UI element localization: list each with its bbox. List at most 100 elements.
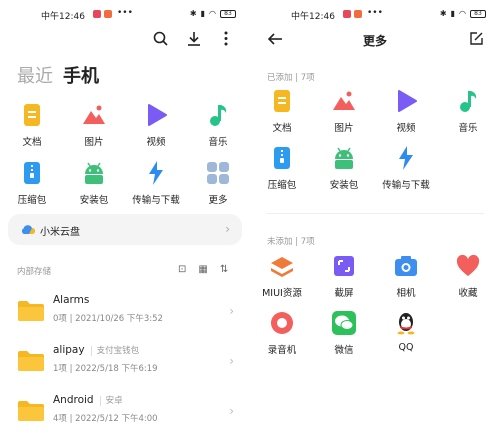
- chevron-right-icon: ›: [229, 354, 234, 368]
- category-music[interactable]: 音乐: [186, 102, 250, 148]
- archive-icon: [24, 162, 40, 184]
- folder-tag: 安卓: [99, 396, 123, 406]
- chevron-right-icon: ›: [229, 404, 234, 418]
- music-icon: [210, 105, 227, 126]
- recorder-icon: [271, 312, 293, 334]
- new-folder-icon[interactable]: ⊡: [178, 264, 186, 275]
- more-notifications-icon: •••: [367, 8, 383, 18]
- chevron-right-icon: ›: [229, 304, 234, 318]
- category-label: 图片: [84, 137, 104, 148]
- category-label: 相机: [396, 288, 416, 299]
- category-label: 视频: [396, 123, 416, 134]
- category-archive[interactable]: 压缩包: [250, 145, 314, 191]
- camera-icon: [395, 256, 417, 276]
- download-icon[interactable]: [187, 31, 201, 46]
- storage-title: 内部存储: [17, 267, 52, 277]
- document-icon: [274, 90, 290, 112]
- category-transfer[interactable]: 传输与下载: [374, 145, 438, 191]
- category-label: 视频: [146, 137, 166, 148]
- category-label: 截屏: [334, 288, 354, 299]
- category-label: 传输与下载: [132, 195, 180, 206]
- status-bar: 中午12:46 ••• ✱ ▮ ◠ 83: [250, 8, 500, 22]
- wifi-icon: ◠: [209, 9, 216, 18]
- folder-name: Alarms: [53, 294, 90, 306]
- folder-name: Android 安卓: [53, 394, 123, 406]
- more-options-icon[interactable]: [223, 31, 229, 46]
- folder-tag: 支付宝钱包: [90, 346, 140, 356]
- tab-phone[interactable]: 手机: [63, 62, 99, 88]
- notification-icon: [343, 10, 351, 18]
- category-recorder[interactable]: 录音机: [250, 310, 314, 356]
- category-label: 传输与下载: [382, 180, 430, 191]
- more-categories-screen: 中午12:46 ••• ✱ ▮ ◠ 83 更多 已添加 | 7项 文档 图片 视频 音…: [250, 0, 500, 433]
- category-label: 压缩包: [17, 195, 47, 206]
- apk-icon: [85, 162, 103, 184]
- category-document[interactable]: 文档: [0, 102, 64, 148]
- battery-icon: 83: [470, 9, 486, 18]
- folder-meta: 0项 | 2021/10/26 下午3:52: [53, 314, 163, 324]
- page-title: 更多: [362, 34, 387, 48]
- music-icon: [460, 91, 477, 112]
- category-label: 安装包: [329, 180, 359, 191]
- category-transfer[interactable]: 传输与下载: [124, 160, 188, 206]
- notification-icon: [104, 10, 112, 18]
- tab-recent[interactable]: 最近: [17, 62, 53, 88]
- sort-icon[interactable]: ⇅: [220, 264, 228, 275]
- folder-meta: 1项 | 2022/5/18 下午6:19: [53, 364, 158, 374]
- divider: [267, 213, 484, 214]
- added-section-title: 已添加 | 7项: [267, 73, 315, 83]
- search-icon[interactable]: [153, 31, 168, 46]
- category-picture[interactable]: 图片: [62, 102, 126, 148]
- heart-icon: [456, 254, 480, 276]
- folder-row[interactable]: alipay 支付宝钱包 1项 | 2022/5/18 下午6:19 ›: [17, 344, 242, 384]
- category-qq[interactable]: QQ: [374, 310, 438, 353]
- apk-icon: [335, 147, 353, 169]
- category-wechat[interactable]: 微信: [312, 310, 376, 356]
- category-label: 文档: [272, 123, 292, 134]
- wifi-icon: ◠: [459, 9, 466, 18]
- folder-name: alipay 支付宝钱包: [53, 344, 140, 356]
- category-label: MIUI资源: [262, 288, 302, 299]
- category-video[interactable]: 视频: [374, 88, 438, 134]
- status-time: 中午12:46: [291, 12, 335, 22]
- folder-icon: [18, 401, 44, 421]
- archive-icon: [274, 147, 290, 169]
- transfer-icon: [149, 161, 163, 185]
- layers-icon: [271, 257, 293, 277]
- battery-icon: 83: [220, 9, 236, 18]
- category-picture[interactable]: 图片: [312, 88, 376, 134]
- folder-icon: [18, 301, 44, 321]
- picture-icon: [83, 105, 105, 124]
- status-time: 中午12:46: [41, 12, 85, 22]
- category-label: 更多: [208, 195, 228, 206]
- cloud-icon: [21, 225, 35, 234]
- category-label: 收藏: [458, 288, 478, 299]
- category-apk[interactable]: 安装包: [312, 145, 376, 191]
- category-video[interactable]: 视频: [124, 102, 188, 148]
- folder-row[interactable]: Android 安卓 4项 | 2022/5/12 下午4:00 ›: [17, 394, 242, 433]
- grid-view-icon[interactable]: ▦: [198, 264, 207, 275]
- system-icons: ✱ ▮ ◠ 83: [440, 9, 486, 18]
- picture-icon: [333, 91, 355, 110]
- qq-icon: [397, 313, 415, 335]
- category-more-grid[interactable]: 更多: [186, 160, 250, 206]
- category-label: 安装包: [79, 195, 109, 206]
- category-music[interactable]: 音乐: [436, 88, 500, 134]
- folder-row[interactable]: Alarms 0项 | 2021/10/26 下午3:52 ›: [17, 294, 242, 334]
- system-icons: ✱ ▮ ◠ 83: [190, 9, 236, 18]
- category-heart[interactable]: 收藏: [436, 253, 500, 299]
- category-camera[interactable]: 相机: [374, 253, 438, 299]
- xiaomi-cloud-entry[interactable]: 小米云盘 ›: [8, 214, 242, 245]
- category-document[interactable]: 文档: [250, 88, 314, 134]
- category-label: 图片: [334, 123, 354, 134]
- bluetooth-icon: ✱: [189, 9, 197, 18]
- category-layers[interactable]: MIUI资源: [250, 253, 314, 299]
- transfer-icon: [399, 146, 413, 170]
- edit-icon[interactable]: [470, 32, 483, 45]
- category-label: 录音机: [267, 345, 297, 356]
- category-archive[interactable]: 压缩包: [0, 160, 64, 206]
- category-screenshot[interactable]: 截屏: [312, 253, 376, 299]
- file-manager-screen: 中午12:46 ••• ✱ ▮ ◠ 83 最近 手机 文档 图片 视频 音乐 压缩包 安装…: [0, 0, 250, 433]
- category-apk[interactable]: 安装包: [62, 160, 126, 206]
- category-label: 压缩包: [267, 180, 297, 191]
